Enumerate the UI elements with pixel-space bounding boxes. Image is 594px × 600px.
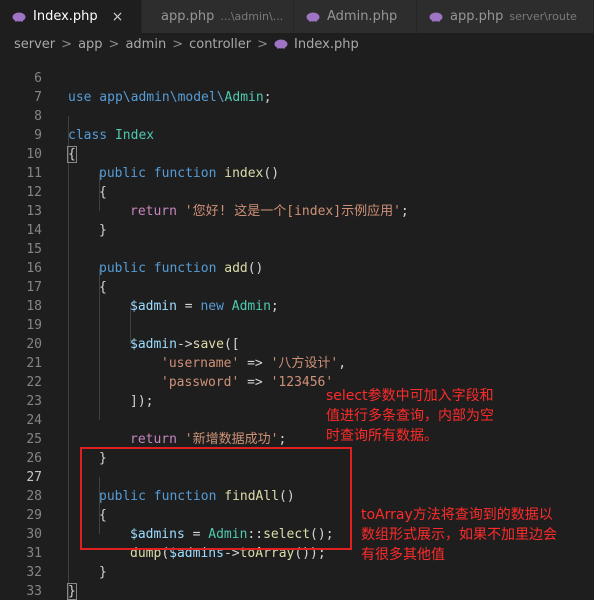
php-elephant-icon bbox=[429, 12, 443, 21]
tab-label: app.php bbox=[450, 9, 504, 24]
toarray-annotation: toArray方法将查询到的数据以 数组形式展示，如果不加里边会 有很多其他值 bbox=[361, 507, 557, 563]
code-line: 23 bbox=[0, 373, 594, 409]
code-line: 13 } bbox=[0, 183, 594, 238]
code-line: 10 public function index() bbox=[0, 126, 594, 181]
tab-app-php-route[interactable]: app.php server\route bbox=[417, 0, 594, 33]
code-line: 24 return '新增数据成功'; bbox=[0, 392, 594, 447]
tab-path-hint: server\route bbox=[509, 10, 577, 23]
code-line: 15 public function add() bbox=[0, 221, 594, 276]
tab-label: Admin.php bbox=[327, 9, 398, 24]
code-line: 19 $admin->save([ bbox=[0, 297, 594, 352]
code-line: 22 ]); bbox=[0, 354, 594, 409]
code-line: 20 'username' => '八方设计', bbox=[0, 316, 594, 371]
highlight-box bbox=[80, 447, 352, 550]
php-elephant-icon bbox=[274, 39, 288, 49]
tab-app-php-admin[interactable]: app.php ...\admin\... bbox=[142, 0, 294, 33]
php-elephant-icon bbox=[306, 12, 320, 21]
code-line: 25 } bbox=[0, 411, 594, 466]
code-line: 7 bbox=[0, 69, 594, 105]
code-line: 18 bbox=[0, 278, 594, 314]
code-line: 14 bbox=[0, 202, 594, 238]
code-line: 12 return '您好! 这是一个[index]示例应用'; bbox=[0, 164, 594, 219]
tab-label: Index.php bbox=[33, 9, 98, 24]
tab-admin-php[interactable]: Admin.php bbox=[294, 0, 417, 33]
php-elephant-icon bbox=[12, 12, 26, 21]
code-line: 17 $admin = new Admin; bbox=[0, 259, 594, 314]
line-number: 33 bbox=[26, 584, 42, 599]
code-line: 16 { bbox=[0, 240, 594, 295]
tab-index-php[interactable]: Index.php × bbox=[0, 0, 142, 33]
close-icon[interactable]: × bbox=[112, 9, 124, 25]
code-line: 21 'password' => '123456' bbox=[0, 335, 594, 390]
code-line: 9 { bbox=[0, 107, 594, 163]
tab-path-hint: ...\admin\... bbox=[220, 10, 284, 23]
code-line: 11 { bbox=[0, 145, 594, 200]
editor-tab-bar: Index.php × app.php ...\admin\... Admin.… bbox=[0, 0, 594, 33]
code-line: 33 bbox=[0, 563, 594, 599]
code-line: 8 class Index bbox=[0, 88, 594, 143]
tab-label: app.php bbox=[161, 9, 215, 24]
select-annotation: select参数中可加入字段和 值进行多条查询，内部为空 时查询所有数据。 bbox=[326, 388, 494, 444]
code-line: 6 use app\admin\model\Admin; bbox=[0, 50, 594, 105]
